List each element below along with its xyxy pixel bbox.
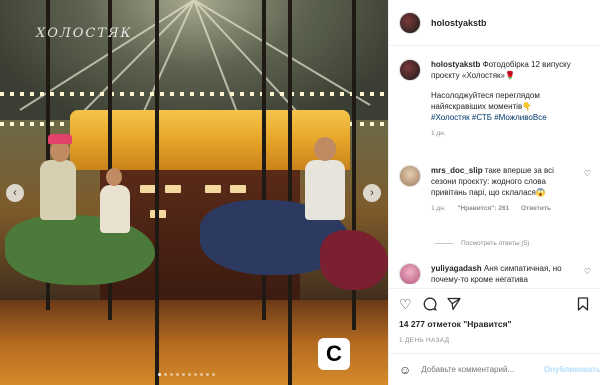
likes-count[interactable]: 14 277 отметок "Нравится" — [399, 319, 512, 329]
avatar[interactable] — [399, 165, 421, 187]
show-watermark: ХОЛОСТЯК — [36, 26, 133, 41]
avatar[interactable] — [399, 59, 421, 81]
window-light — [165, 185, 181, 193]
carousel-dots — [158, 373, 215, 376]
reply-button[interactable]: Ответить — [521, 205, 551, 212]
stb-logo: C — [318, 338, 350, 370]
comment-time[interactable]: 1 дн. — [431, 205, 446, 212]
carousel-dot — [164, 373, 167, 376]
carousel-dot — [206, 373, 209, 376]
light-strip — [0, 92, 388, 96]
caption-username[interactable]: holostyakstb — [431, 60, 480, 69]
carousel-dot — [182, 373, 185, 376]
post-header: holostyakstb — [389, 0, 600, 46]
pink-hat — [48, 134, 72, 144]
action-bar: ♡ — [389, 288, 600, 318]
comment-icon[interactable] — [423, 297, 437, 313]
comment: yuliyagadash Аня симпатичная, но почему-… — [399, 263, 595, 284]
heart-icon[interactable]: ♡ — [584, 169, 591, 178]
post-date[interactable]: 1 ДЕНЬ НАЗАД — [399, 337, 449, 344]
caption-text: holostyakstb Фотодобірка 12 випуску проє… — [431, 59, 591, 139]
carousel-pole — [288, 0, 292, 385]
heart-icon[interactable]: ♡ — [584, 267, 591, 276]
comment-body: yuliyagadash Аня симпатичная, но почему-… — [431, 263, 579, 284]
carousel-dot — [212, 373, 215, 376]
avatar[interactable] — [399, 263, 421, 284]
carousel-dot — [170, 373, 173, 376]
window-light — [140, 185, 156, 193]
heart-icon[interactable]: ♡ — [399, 297, 412, 311]
comment-username[interactable]: yuliyagadash — [431, 264, 482, 273]
caption-time[interactable]: 1 дн. — [431, 130, 446, 137]
chevron-left-icon[interactable]: ‹ — [6, 184, 24, 202]
carousel-dot — [200, 373, 203, 376]
caption: holostyakstb Фотодобірка 12 випуску проє… — [399, 59, 595, 149]
header-username[interactable]: holostyakstb — [431, 18, 487, 28]
bookmark-icon[interactable] — [577, 297, 589, 313]
rider-right — [305, 160, 345, 220]
carousel-dot — [158, 373, 161, 376]
add-comment-bar: ☺ Опубликовать — [389, 353, 600, 385]
caption-hashtags[interactable]: #Холостяк #СТБ #МожливоВсе — [431, 112, 591, 123]
comment-input[interactable] — [421, 365, 540, 374]
comment-username[interactable]: mrs_doc_slip — [431, 166, 483, 175]
carousel-dot — [188, 373, 191, 376]
rider-head — [106, 168, 122, 186]
carousel-dot — [194, 373, 197, 376]
window-light — [205, 185, 221, 193]
comment-body: mrs_doc_slip таке вперше за всі сезони п… — [431, 165, 579, 214]
carousel-dot — [176, 373, 179, 376]
publish-button[interactable]: Опубликовать — [544, 365, 600, 374]
avatar[interactable] — [399, 11, 421, 34]
window-light — [230, 185, 246, 193]
rider-head — [314, 137, 336, 161]
emoji-icon[interactable]: ☺ — [399, 363, 411, 377]
comment: mrs_doc_slip таке вперше за всі сезони п… — [399, 165, 595, 235]
rider-left — [40, 160, 76, 220]
comment-likes[interactable]: "Нравится": 261 — [457, 205, 509, 212]
chevron-right-icon[interactable]: › — [363, 184, 381, 202]
caption-line2: Насолоджуйтеся переглядом найяскравіших … — [431, 91, 540, 111]
comments-list[interactable]: holostyakstb Фотодобірка 12 випуску проє… — [389, 47, 600, 284]
view-replies-link[interactable]: Посмотреть ответы (5) — [435, 240, 529, 247]
rider-middle — [100, 185, 130, 233]
post-side-panel: holostyakstb holostyakstb Фотодобірка 12… — [388, 0, 600, 385]
red-dino-ride — [320, 230, 388, 290]
share-icon[interactable] — [447, 297, 461, 313]
post-photo[interactable]: ХОЛОСТЯК ‹ › C — [0, 0, 388, 385]
carousel-pole — [155, 0, 159, 385]
